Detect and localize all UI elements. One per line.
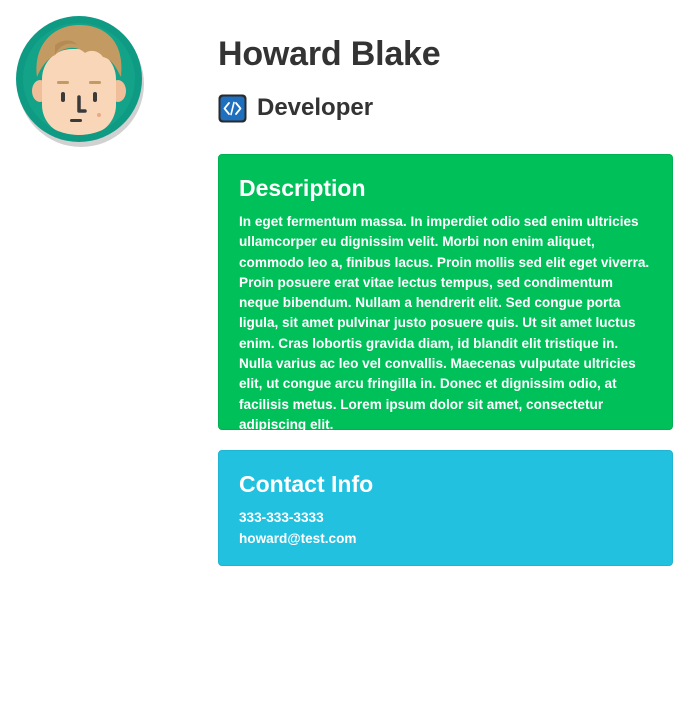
contact-email: howard@test.com bbox=[239, 530, 357, 546]
role-row: Developer bbox=[218, 91, 673, 125]
description-heading: Description bbox=[239, 175, 366, 201]
profile-name: Howard Blake bbox=[218, 35, 441, 73]
description-panel: Description In eget fermentum massa. In … bbox=[218, 154, 673, 432]
contact-phone: 333-333-3333 bbox=[239, 510, 324, 525]
boy-avatar-icon bbox=[16, 16, 144, 147]
profile-header: Howard Blake Developer bbox=[218, 32, 673, 125]
profile-page: Howard Blake Developer Description In eg… bbox=[0, 0, 699, 716]
description-text: In eget fermentum massa. In imperdiet od… bbox=[239, 214, 650, 432]
profile-role: Developer bbox=[257, 94, 374, 121]
contact-panel: Contact Info 333-333-3333 howard@test.co… bbox=[218, 450, 673, 566]
avatar bbox=[15, 15, 147, 147]
code-icon bbox=[218, 94, 247, 123]
contact-heading: Contact Info bbox=[239, 471, 374, 497]
